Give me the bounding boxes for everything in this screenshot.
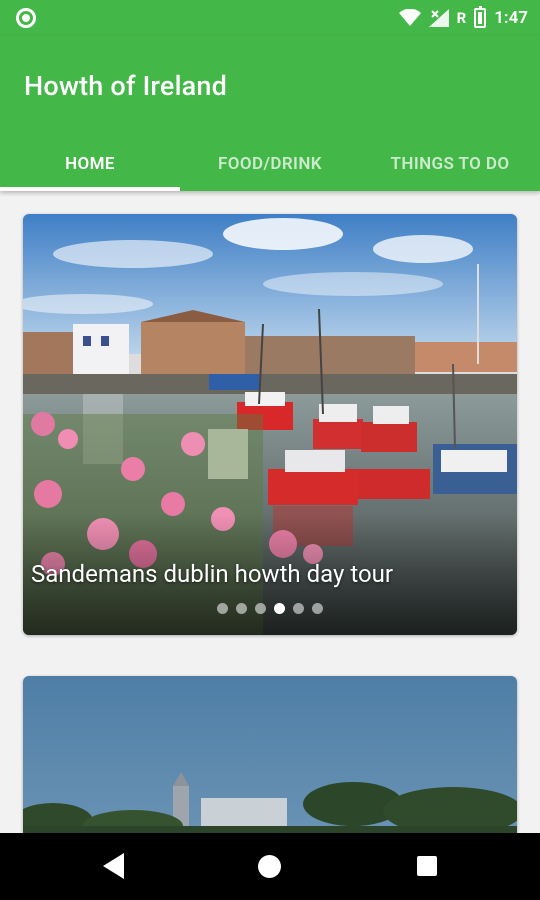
system-nav-bar (0, 833, 540, 900)
carousel-dot[interactable] (217, 603, 228, 614)
carousel-caption: Sandemans dublin howth day tour (31, 560, 393, 588)
battery-charging-icon (474, 6, 487, 28)
home-feed[interactable]: Sandemans dublin howth day tour (0, 191, 540, 833)
recents-icon[interactable] (417, 856, 437, 876)
roaming-indicator: R (456, 9, 467, 27)
tab-home[interactable]: HOME (0, 137, 180, 191)
featured-carousel-card[interactable]: Sandemans dublin howth day tour (23, 214, 517, 635)
wifi-icon (398, 9, 421, 26)
app-bar: Howth of Ireland HOME FOOD/DRINK THINGS … (0, 36, 540, 191)
coastal-church-photo (23, 676, 517, 833)
carousel-indicator (23, 603, 517, 614)
back-icon[interactable] (103, 853, 124, 879)
tab-things-to-do[interactable]: THINGS TO DO (360, 137, 540, 191)
cell-signal-icon (428, 9, 449, 27)
tab-bar: HOME FOOD/DRINK THINGS TO DO (0, 137, 540, 191)
second-feature-card[interactable] (23, 676, 517, 833)
app-title: Howth of Ireland (24, 70, 228, 102)
tab-food-drink[interactable]: FOOD/DRINK (180, 137, 360, 191)
status-icons: R 1:47 (398, 6, 528, 30)
carousel-dot[interactable] (312, 603, 323, 614)
carousel-dot[interactable] (293, 603, 304, 614)
carousel-dot[interactable] (236, 603, 247, 614)
status-bar: R 1:47 (0, 0, 540, 36)
clock: 1:47 (494, 8, 528, 28)
notification-circle-icon (16, 8, 36, 28)
carousel-dot-active[interactable] (274, 603, 285, 614)
carousel-dot[interactable] (255, 603, 266, 614)
home-icon[interactable] (258, 855, 281, 878)
